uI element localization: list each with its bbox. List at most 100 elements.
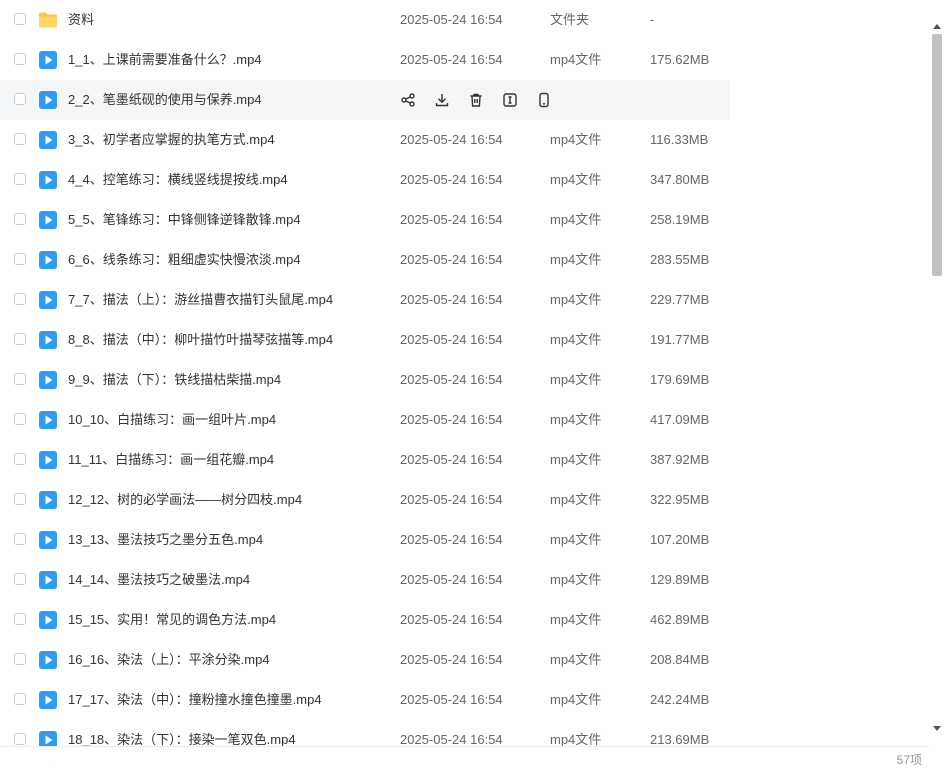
file-size: 258.19MB	[650, 212, 710, 227]
file-row[interactable]: 13_13、墨法技巧之墨分五色.mp4 2025-05-24 16:54 mp4文件…	[0, 520, 730, 560]
scroll-up-arrow-icon[interactable]	[933, 24, 941, 29]
row-checkbox[interactable]	[14, 213, 26, 225]
file-row[interactable]: 11_11、白描练习：画一组花瓣.mp4 2025-05-24 16:54 mp4文…	[0, 440, 730, 480]
file-row[interactable]: 10_10、白描练习：画一组叶片.mp4 2025-05-24 16:54 mp4文…	[0, 400, 730, 440]
file-size: 387.92MB	[650, 452, 710, 467]
file-type: mp4文件	[550, 292, 602, 307]
row-checkbox[interactable]	[14, 613, 26, 625]
share-icon[interactable]	[398, 90, 418, 110]
row-checkbox[interactable]	[14, 373, 26, 385]
file-date: 2025-05-24 16:54	[400, 292, 503, 307]
file-size: -	[650, 12, 655, 27]
row-checkbox[interactable]	[14, 453, 26, 465]
file-name[interactable]: 13_13、墨法技巧之墨分五色.mp4	[68, 520, 263, 560]
list-footer: 57项	[0, 746, 930, 767]
file-row[interactable]: 3_3、初学者应掌握的执笔方式.mp4 2025-05-24 16:54 mp4文件…	[0, 120, 730, 160]
file-date: 2025-05-24 16:54	[400, 652, 503, 667]
file-row[interactable]: 16_16、染法（上）：平涂分染.mp4 2025-05-24 16:54 mp4文…	[0, 640, 730, 680]
file-type: mp4文件	[550, 132, 602, 147]
file-name[interactable]: 9_9、描法（下）：铁线描枯柴描.mp4	[68, 360, 281, 400]
video-file-icon	[38, 490, 58, 510]
file-type: mp4文件	[550, 692, 602, 707]
row-checkbox[interactable]	[14, 493, 26, 505]
row-checkbox[interactable]	[14, 693, 26, 705]
row-checkbox[interactable]	[14, 173, 26, 185]
file-type: mp4文件	[550, 652, 602, 667]
row-checkbox[interactable]	[14, 53, 26, 65]
video-file-icon	[38, 90, 58, 110]
file-type: mp4文件	[550, 332, 602, 347]
row-checkbox[interactable]	[14, 253, 26, 265]
file-name[interactable]: 14_14、墨法技巧之破墨法.mp4	[68, 560, 250, 600]
delete-icon[interactable]	[466, 90, 486, 110]
rename-icon[interactable]	[500, 90, 520, 110]
file-size: 179.69MB	[650, 372, 710, 387]
file-row[interactable]: 5_5、笔锋练习：中锋侧锋逆锋散锋.mp4 2025-05-24 16:54 mp4…	[0, 200, 730, 240]
file-date: 2025-05-24 16:54	[400, 52, 503, 67]
video-file-icon	[38, 730, 58, 746]
file-row[interactable]: 7_7、描法（上）：游丝描曹衣描钉头鼠尾.mp4 2025-05-24 16:54…	[0, 280, 730, 320]
file-name[interactable]: 10_10、白描练习：画一组叶片.mp4	[68, 400, 276, 440]
file-name[interactable]: 6_6、线条练习：粗细虚实快慢浓淡.mp4	[68, 240, 301, 280]
file-name[interactable]: 4_4、控笔练习：横线竖线提按线.mp4	[68, 160, 288, 200]
row-checkbox[interactable]	[14, 133, 26, 145]
file-size: 229.77MB	[650, 292, 710, 307]
row-checkbox[interactable]	[14, 733, 26, 745]
file-name[interactable]: 16_16、染法（上）：平涂分染.mp4	[68, 640, 270, 680]
file-name[interactable]: 5_5、笔锋练习：中锋侧锋逆锋散锋.mp4	[68, 200, 301, 240]
video-file-icon	[38, 250, 58, 270]
file-row[interactable]: 1_1、上课前需要准备什么？.mp4 2025-05-24 16:54 mp4文件 1…	[0, 40, 730, 80]
file-size: 347.80MB	[650, 172, 710, 187]
scrollbar[interactable]	[930, 20, 944, 738]
mobile-icon[interactable]	[534, 90, 554, 110]
file-name[interactable]: 15_15、实用！常见的调色方法.mp4	[68, 600, 276, 640]
video-file-icon	[38, 370, 58, 390]
video-file-icon	[38, 570, 58, 590]
file-type: mp4文件	[550, 572, 602, 587]
row-checkbox[interactable]	[14, 93, 26, 105]
row-checkbox[interactable]	[14, 653, 26, 665]
file-name[interactable]: 17_17、染法（中）：撞粉撞水撞色撞墨.mp4	[68, 680, 322, 720]
scrollbar-thumb[interactable]	[932, 34, 942, 276]
file-row[interactable]: 6_6、线条练习：粗细虚实快慢浓淡.mp4 2025-05-24 16:54 mp4…	[0, 240, 730, 280]
file-row[interactable]: 17_17、染法（中）：撞粉撞水撞色撞墨.mp4 2025-05-24 16:54…	[0, 680, 730, 720]
file-name[interactable]: 12_12、树的必学画法——树分四枝.mp4	[68, 480, 302, 520]
file-row[interactable]: 14_14、墨法技巧之破墨法.mp4 2025-05-24 16:54 mp4文件 1…	[0, 560, 730, 600]
file-date: 2025-05-24 16:54	[400, 172, 503, 187]
row-checkbox[interactable]	[14, 413, 26, 425]
file-name[interactable]: 11_11、白描练习：画一组花瓣.mp4	[68, 440, 274, 480]
file-name[interactable]: 2_2、笔墨纸砚的使用与保养.mp4	[68, 80, 262, 120]
file-row[interactable]: 18_18、染法（下）：接染一笔双色.mp4 2025-05-24 16:54 mp…	[0, 720, 730, 746]
folder-row[interactable]: 资料 2025-05-24 16:54 文件夹 -	[0, 0, 730, 40]
file-name[interactable]: 1_1、上课前需要准备什么？.mp4	[68, 40, 262, 80]
file-row[interactable]: 8_8、描法（中）：柳叶描竹叶描琴弦描等.mp4 2025-05-24 16:54…	[0, 320, 730, 360]
file-size: 208.84MB	[650, 652, 710, 667]
file-row[interactable]: 9_9、描法（下）：铁线描枯柴描.mp4 2025-05-24 16:54 mp4文…	[0, 360, 730, 400]
video-file-icon	[38, 530, 58, 550]
file-name[interactable]: 资料	[68, 0, 94, 40]
file-row[interactable]: 12_12、树的必学画法——树分四枝.mp4 2025-05-24 16:54 mp…	[0, 480, 730, 520]
file-name[interactable]: 3_3、初学者应掌握的执笔方式.mp4	[68, 120, 275, 160]
file-name[interactable]: 7_7、描法（上）：游丝描曹衣描钉头鼠尾.mp4	[68, 280, 333, 320]
row-checkbox[interactable]	[14, 333, 26, 345]
file-row[interactable]: 4_4、控笔练习：横线竖线提按线.mp4 2025-05-24 16:54 mp4文…	[0, 160, 730, 200]
file-name[interactable]: 18_18、染法（下）：接染一笔双色.mp4	[68, 720, 296, 746]
file-size: 283.55MB	[650, 252, 710, 267]
file-name[interactable]: 8_8、描法（中）：柳叶描竹叶描琴弦描等.mp4	[68, 320, 333, 360]
file-date: 2025-05-24 16:54	[400, 12, 503, 27]
file-date: 2025-05-24 16:54	[400, 732, 503, 746]
file-row[interactable]: 15_15、实用！常见的调色方法.mp4 2025-05-24 16:54 mp4文…	[0, 600, 730, 640]
file-type: mp4文件	[550, 492, 602, 507]
file-size: 116.33MB	[650, 132, 709, 147]
row-checkbox[interactable]	[14, 533, 26, 545]
row-checkbox[interactable]	[14, 293, 26, 305]
file-date: 2025-05-24 16:54	[400, 132, 503, 147]
file-type: 文件夹	[550, 12, 590, 27]
download-icon[interactable]	[432, 90, 452, 110]
video-file-icon	[38, 170, 58, 190]
file-row[interactable]: 2_2、笔墨纸砚的使用与保养.mp4	[0, 80, 730, 120]
row-checkbox[interactable]	[14, 573, 26, 585]
scroll-down-arrow-icon[interactable]	[933, 726, 941, 731]
video-file-icon	[38, 450, 58, 470]
row-checkbox[interactable]	[14, 13, 26, 25]
